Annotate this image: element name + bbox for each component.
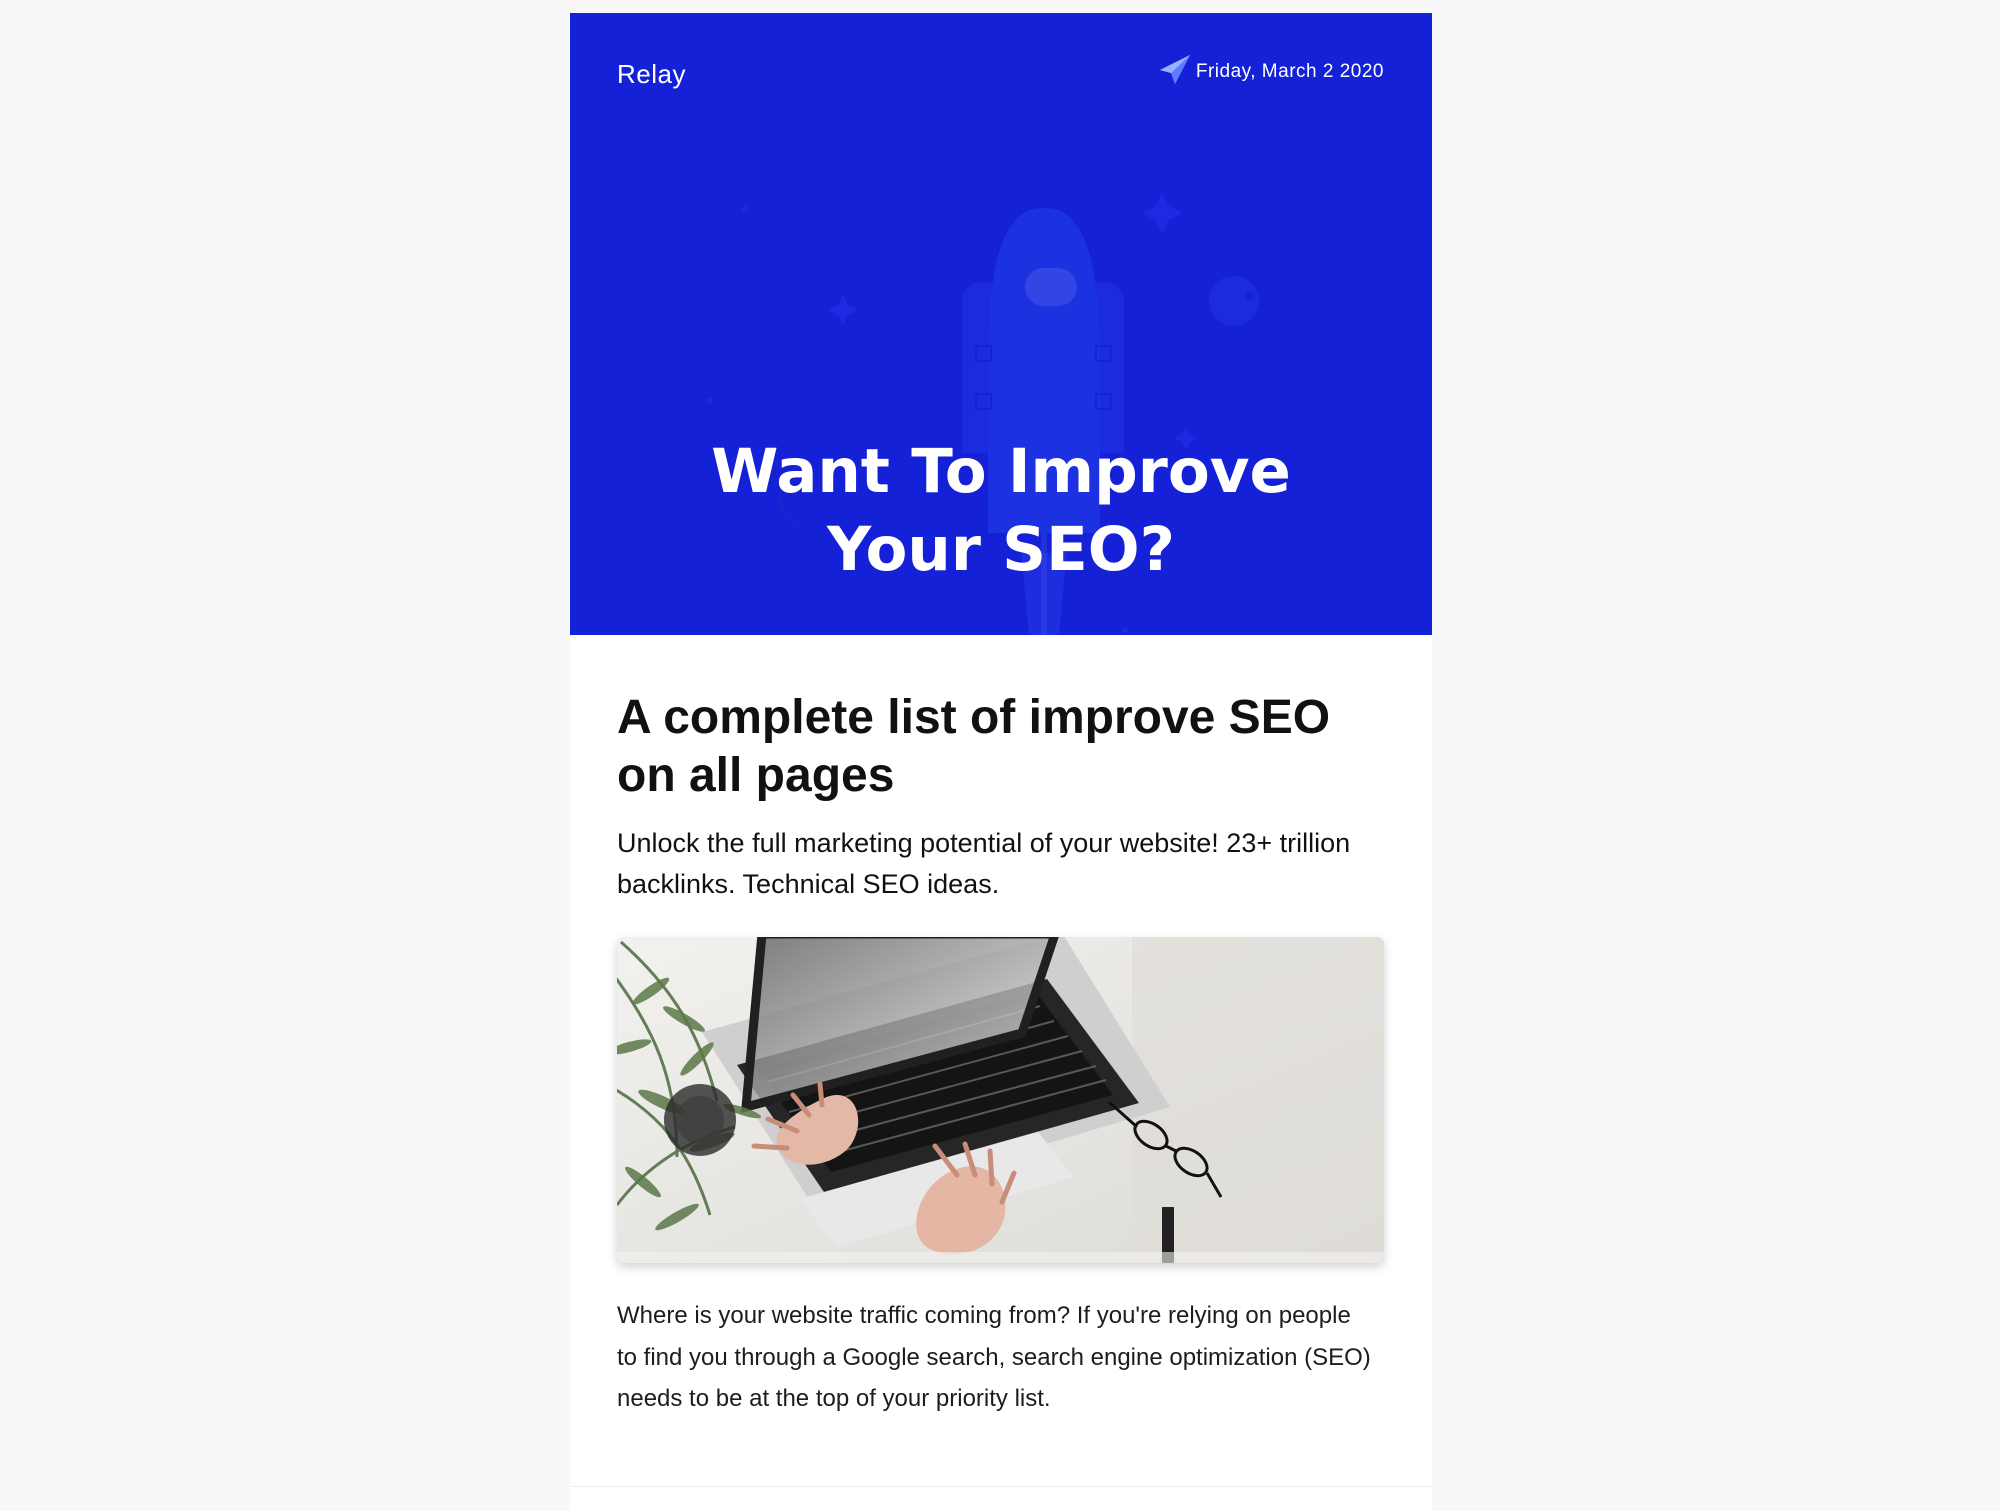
hero-title: Want To Improve Your SEO?	[570, 433, 1432, 589]
hero-title-line-2: Your SEO?	[826, 514, 1176, 585]
laptop-photo	[617, 937, 1384, 1263]
hero-banner: Relay Friday, March 2 2020 Want To Impro…	[570, 13, 1432, 635]
date-line: Friday, March 2 2020	[1158, 53, 1384, 87]
article-subhead: Unlock the full marketing potential of y…	[617, 828, 1351, 899]
brand-name: Relay	[617, 59, 686, 89]
footer-divider	[570, 1486, 1432, 1487]
article-body: Where is your website traffic coming fro…	[617, 1302, 1371, 1412]
paper-plane-icon	[1159, 55, 1190, 84]
hero-title-line-1: Want To Improve	[711, 436, 1291, 507]
email-card: Relay Friday, March 2 2020 Want To Impro…	[570, 13, 1432, 1511]
article-headline: A complete list of improve SEO on all pa…	[617, 691, 1331, 802]
email-date: Friday, March 2 2020	[1195, 61, 1384, 82]
